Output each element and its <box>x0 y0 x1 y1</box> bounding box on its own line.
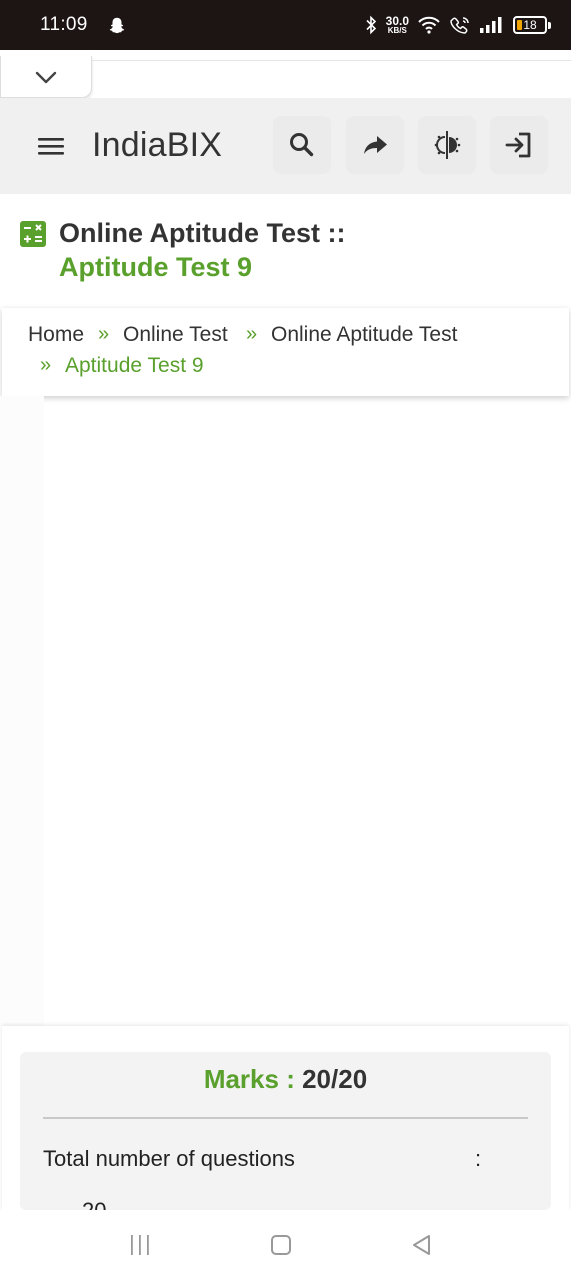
share-button[interactable] <box>346 116 404 174</box>
login-button[interactable] <box>490 116 548 174</box>
share-icon <box>364 136 387 154</box>
recent-apps-button[interactable] <box>125 1232 155 1258</box>
chevron-down-icon <box>35 71 57 83</box>
snapchat-notification-icon <box>109 17 124 34</box>
search-button[interactable] <box>273 116 331 174</box>
menu-button[interactable] <box>22 117 80 175</box>
status-time: 11:09 <box>40 14 88 35</box>
status-bar: 11:09 30.0 KB/S 18 <box>0 0 571 50</box>
theme-toggle-icon <box>434 131 461 159</box>
hamburger-menu-icon <box>38 138 64 155</box>
calculator-icon <box>20 221 46 247</box>
breadcrumb-separator: » <box>98 323 110 345</box>
breadcrumb-separator: » <box>40 354 52 376</box>
result-card: Marks : 20/20 Total number of questions … <box>20 1052 551 1223</box>
battery-level: 18 <box>523 18 537 32</box>
breadcrumb-separator: » <box>246 323 258 345</box>
page-title-main: Online Aptitude Test :: <box>59 218 346 248</box>
wifi-icon <box>418 16 440 34</box>
breadcrumb-current: Aptitude Test 9 <box>65 354 204 377</box>
cell-signal-icon <box>480 17 502 33</box>
login-icon <box>505 132 531 158</box>
theme-toggle-button[interactable] <box>418 116 476 174</box>
content-area <box>0 396 44 1026</box>
network-speed-unit: KB/S <box>387 26 407 35</box>
total-questions-label: Total number of questions <box>43 1146 295 1171</box>
home-icon <box>271 1235 291 1255</box>
breadcrumb: Home » Online Test » Online Aptitude Tes… <box>2 308 569 396</box>
divider <box>92 60 571 61</box>
search-icon <box>290 133 314 157</box>
breadcrumb-home[interactable]: Home <box>28 323 84 347</box>
status-icons: 30.0 KB/S 18 <box>364 15 555 35</box>
bluetooth-icon <box>366 15 376 35</box>
recent-apps-icon <box>131 1235 149 1255</box>
app-header: IndiaBIX <box>0 98 571 194</box>
network-speed: 30.0 KB/S <box>386 15 409 35</box>
battery-icon: 18 <box>513 16 551 34</box>
back-icon <box>413 1235 430 1255</box>
home-button[interactable] <box>266 1232 296 1258</box>
system-nav-bar <box>0 1210 571 1280</box>
marks-value: 20/20 <box>302 1064 368 1094</box>
page-title-sub: Aptitude Test 9 <box>59 252 253 282</box>
marks-label: Marks : <box>203 1064 295 1094</box>
breadcrumb-online-test[interactable]: Online Test <box>123 323 228 347</box>
divider <box>43 1117 528 1119</box>
breadcrumb-online-aptitude-test[interactable]: Online Aptitude Test <box>271 323 457 347</box>
site-logo[interactable]: IndiaBIX <box>92 126 222 165</box>
collapse-toggle-button[interactable] <box>0 56 92 98</box>
marks-summary: Marks : 20/20 <box>20 1064 551 1095</box>
back-button[interactable] <box>406 1232 436 1258</box>
total-questions-colon: : <box>475 1146 482 1171</box>
wifi-calling-icon <box>450 17 469 34</box>
